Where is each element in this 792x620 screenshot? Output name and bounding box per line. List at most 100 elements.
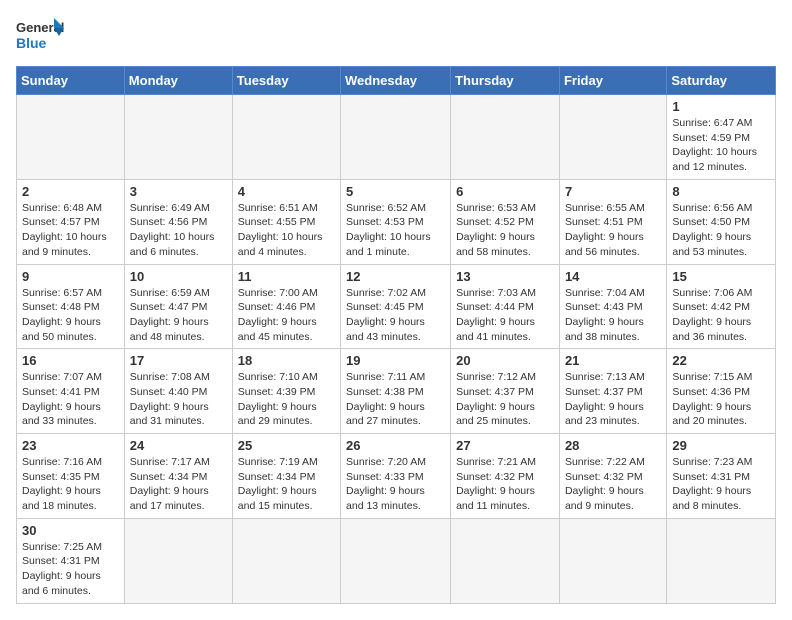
day-number: 21 — [565, 353, 661, 368]
day-number: 4 — [238, 184, 335, 199]
calendar-cell: 12 Sunrise: 7:02 AM Sunset: 4:45 PM Dayli… — [341, 264, 451, 349]
calendar-cell: 1 Sunrise: 6:47 AM Sunset: 4:59 PM Daylig… — [667, 95, 776, 180]
day-info: Sunrise: 6:51 AM Sunset: 4:55 PM Dayligh… — [238, 201, 335, 260]
calendar-cell: 21 Sunrise: 7:13 AM Sunset: 4:37 PM Dayli… — [559, 349, 666, 434]
day-number: 10 — [130, 269, 227, 284]
day-info: Sunrise: 6:59 AM Sunset: 4:47 PM Dayligh… — [130, 286, 227, 345]
weekday-header-friday: Friday — [559, 67, 666, 95]
weekday-row: SundayMondayTuesdayWednesdayThursdayFrid… — [17, 67, 776, 95]
calendar-cell: 9Sunrise: 6:57 AM Sunset: 4:48 PM Daylig… — [17, 264, 125, 349]
calendar-cell: 10 Sunrise: 6:59 AM Sunset: 4:47 PM Dayli… — [124, 264, 232, 349]
calendar-week-2: 2 Sunrise: 6:48 AM Sunset: 4:57 PM Daylig… — [17, 179, 776, 264]
day-number: 15 — [672, 269, 770, 284]
calendar-cell: 15 Sunrise: 7:06 AM Sunset: 4:42 PM Dayli… — [667, 264, 776, 349]
calendar-cell — [124, 95, 232, 180]
day-number: 22 — [672, 353, 770, 368]
calendar-cell: 3 Sunrise: 6:49 AM Sunset: 4:56 PM Daylig… — [124, 179, 232, 264]
weekday-header-sunday: Sunday — [17, 67, 125, 95]
day-info: Sunrise: 7:16 AM Sunset: 4:35 PM Dayligh… — [22, 455, 119, 514]
calendar-header: SundayMondayTuesdayWednesdayThursdayFrid… — [17, 67, 776, 95]
day-number: 9 — [22, 269, 119, 284]
day-number: 6 — [456, 184, 554, 199]
day-info: Sunrise: 6:52 AM Sunset: 4:53 PM Dayligh… — [346, 201, 445, 260]
calendar-cell: 27 Sunrise: 7:21 AM Sunset: 4:32 PM Dayli… — [451, 434, 560, 519]
day-info: Sunrise: 7:12 AM Sunset: 4:37 PM Dayligh… — [456, 370, 554, 429]
weekday-header-wednesday: Wednesday — [341, 67, 451, 95]
calendar-cell: 13Sunrise: 7:03 AM Sunset: 4:44 PM Dayli… — [451, 264, 560, 349]
calendar-week-1: 1 Sunrise: 6:47 AM Sunset: 4:59 PM Daylig… — [17, 95, 776, 180]
calendar-cell: 6 Sunrise: 6:53 AM Sunset: 4:52 PM Daylig… — [451, 179, 560, 264]
day-number: 16 — [22, 353, 119, 368]
calendar-cell: 5 Sunrise: 6:52 AM Sunset: 4:53 PM Daylig… — [341, 179, 451, 264]
day-number: 8 — [672, 184, 770, 199]
day-info: Sunrise: 7:21 AM Sunset: 4:32 PM Dayligh… — [456, 455, 554, 514]
day-info: Sunrise: 7:19 AM Sunset: 4:34 PM Dayligh… — [238, 455, 335, 514]
day-info: Sunrise: 7:08 AM Sunset: 4:40 PM Dayligh… — [130, 370, 227, 429]
day-info: Sunrise: 7:17 AM Sunset: 4:34 PM Dayligh… — [130, 455, 227, 514]
day-number: 30 — [22, 523, 119, 538]
day-info: Sunrise: 7:06 AM Sunset: 4:42 PM Dayligh… — [672, 286, 770, 345]
day-number: 18 — [238, 353, 335, 368]
day-number: 2 — [22, 184, 119, 199]
day-number: 17 — [130, 353, 227, 368]
day-info: Sunrise: 7:10 AM Sunset: 4:39 PM Dayligh… — [238, 370, 335, 429]
day-number: 25 — [238, 438, 335, 453]
calendar-cell: 16 Sunrise: 7:07 AM Sunset: 4:41 PM Dayli… — [17, 349, 125, 434]
day-info: Sunrise: 7:13 AM Sunset: 4:37 PM Dayligh… — [565, 370, 661, 429]
calendar-cell: 23Sunrise: 7:16 AM Sunset: 4:35 PM Dayli… — [17, 434, 125, 519]
day-number: 26 — [346, 438, 445, 453]
calendar-cell: 20 Sunrise: 7:12 AM Sunset: 4:37 PM Dayli… — [451, 349, 560, 434]
calendar-cell: 4 Sunrise: 6:51 AM Sunset: 4:55 PM Daylig… — [232, 179, 340, 264]
day-info: Sunrise: 7:02 AM Sunset: 4:45 PM Dayligh… — [346, 286, 445, 345]
day-number: 20 — [456, 353, 554, 368]
calendar-cell: 19Sunrise: 7:11 AM Sunset: 4:38 PM Dayli… — [341, 349, 451, 434]
calendar-table: SundayMondayTuesdayWednesdayThursdayFrid… — [16, 66, 776, 604]
calendar-cell — [232, 95, 340, 180]
day-number: 14 — [565, 269, 661, 284]
calendar-cell: 14Sunrise: 7:04 AM Sunset: 4:43 PM Dayli… — [559, 264, 666, 349]
calendar-cell: 29 Sunrise: 7:23 AM Sunset: 4:31 PM Dayli… — [667, 434, 776, 519]
calendar-cell — [559, 518, 666, 603]
calendar-cell — [341, 95, 451, 180]
day-number: 27 — [456, 438, 554, 453]
calendar-cell: 28Sunrise: 7:22 AM Sunset: 4:32 PM Dayli… — [559, 434, 666, 519]
weekday-header-saturday: Saturday — [667, 67, 776, 95]
calendar-cell: 30Sunrise: 7:25 AM Sunset: 4:31 PM Dayli… — [17, 518, 125, 603]
day-info: Sunrise: 7:00 AM Sunset: 4:46 PM Dayligh… — [238, 286, 335, 345]
weekday-header-thursday: Thursday — [451, 67, 560, 95]
day-info: Sunrise: 7:23 AM Sunset: 4:31 PM Dayligh… — [672, 455, 770, 514]
day-number: 28 — [565, 438, 661, 453]
day-info: Sunrise: 6:47 AM Sunset: 4:59 PM Dayligh… — [672, 116, 770, 175]
day-number: 1 — [672, 99, 770, 114]
calendar-cell: 8Sunrise: 6:56 AM Sunset: 4:50 PM Daylig… — [667, 179, 776, 264]
day-number: 24 — [130, 438, 227, 453]
calendar-cell: 18 Sunrise: 7:10 AM Sunset: 4:39 PM Dayli… — [232, 349, 340, 434]
day-info: Sunrise: 7:07 AM Sunset: 4:41 PM Dayligh… — [22, 370, 119, 429]
day-info: Sunrise: 6:53 AM Sunset: 4:52 PM Dayligh… — [456, 201, 554, 260]
page-header: General Blue — [16, 16, 776, 58]
calendar-cell — [341, 518, 451, 603]
day-number: 11 — [238, 269, 335, 284]
calendar-week-3: 9Sunrise: 6:57 AM Sunset: 4:48 PM Daylig… — [17, 264, 776, 349]
calendar-cell — [451, 95, 560, 180]
day-number: 3 — [130, 184, 227, 199]
day-info: Sunrise: 7:03 AM Sunset: 4:44 PM Dayligh… — [456, 286, 554, 345]
weekday-header-tuesday: Tuesday — [232, 67, 340, 95]
day-number: 29 — [672, 438, 770, 453]
calendar-cell: 17 Sunrise: 7:08 AM Sunset: 4:40 PM Dayli… — [124, 349, 232, 434]
calendar-body: 1 Sunrise: 6:47 AM Sunset: 4:59 PM Daylig… — [17, 95, 776, 604]
day-info: Sunrise: 7:20 AM Sunset: 4:33 PM Dayligh… — [346, 455, 445, 514]
calendar-cell: 11 Sunrise: 7:00 AM Sunset: 4:46 PM Dayli… — [232, 264, 340, 349]
calendar-cell: 24 Sunrise: 7:17 AM Sunset: 4:34 PM Dayli… — [124, 434, 232, 519]
calendar-week-4: 16 Sunrise: 7:07 AM Sunset: 4:41 PM Dayli… — [17, 349, 776, 434]
calendar-cell: 26 Sunrise: 7:20 AM Sunset: 4:33 PM Dayli… — [341, 434, 451, 519]
day-info: Sunrise: 6:48 AM Sunset: 4:57 PM Dayligh… — [22, 201, 119, 260]
day-number: 5 — [346, 184, 445, 199]
calendar-week-6: 30Sunrise: 7:25 AM Sunset: 4:31 PM Dayli… — [17, 518, 776, 603]
day-info: Sunrise: 6:55 AM Sunset: 4:51 PM Dayligh… — [565, 201, 661, 260]
calendar-cell: 22Sunrise: 7:15 AM Sunset: 4:36 PM Dayli… — [667, 349, 776, 434]
day-info: Sunrise: 6:49 AM Sunset: 4:56 PM Dayligh… — [130, 201, 227, 260]
day-number: 12 — [346, 269, 445, 284]
logo-svg: General Blue — [16, 16, 66, 58]
day-number: 19 — [346, 353, 445, 368]
